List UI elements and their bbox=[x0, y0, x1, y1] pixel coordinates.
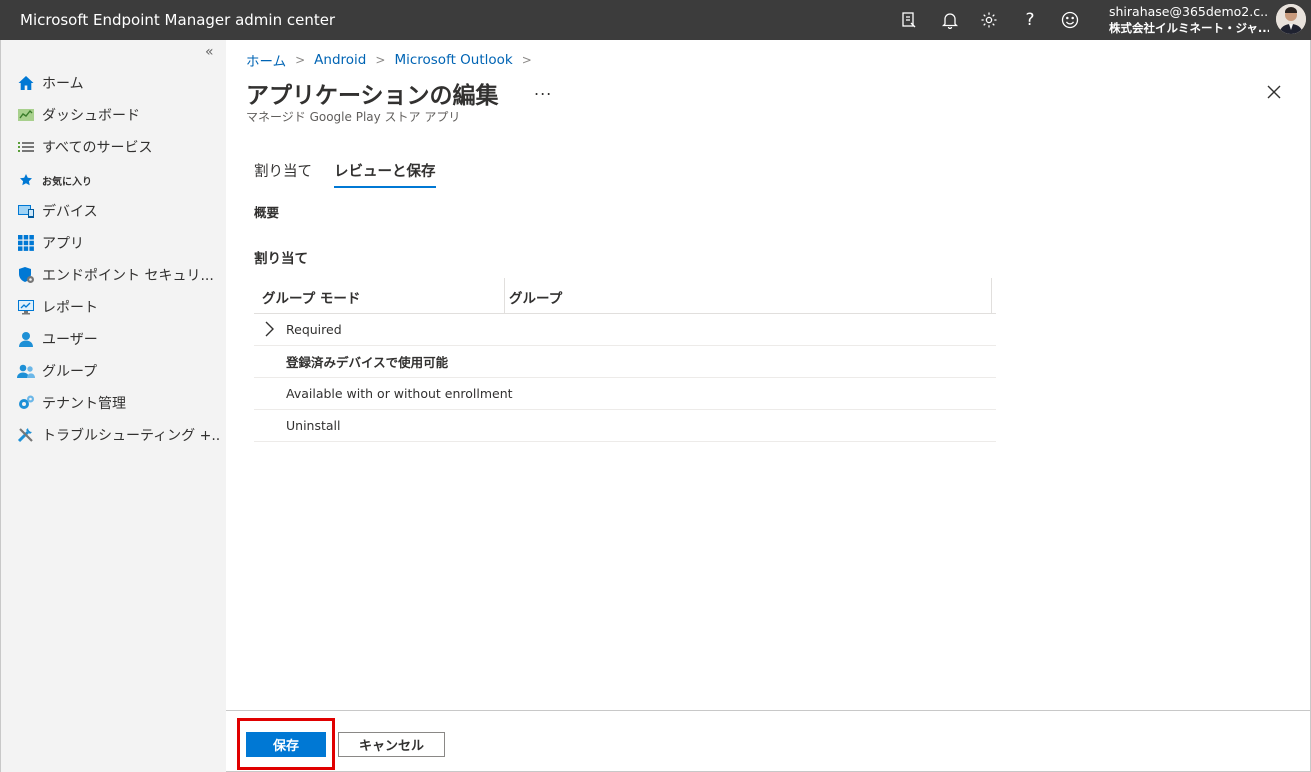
tools-icon bbox=[16, 425, 36, 445]
row-label: 登録済みデバイスで使用可能 bbox=[286, 355, 449, 370]
assignments-heading: 割り当て bbox=[254, 251, 308, 267]
sidebar-item-tenant-admin[interactable]: テナント管理 bbox=[16, 391, 221, 415]
table-row-uninstall: Uninstall bbox=[254, 410, 996, 442]
breadcrumb-microsoft-outlook[interactable]: Microsoft Outlook bbox=[394, 52, 512, 68]
list-icon bbox=[16, 137, 36, 157]
column-header-group-mode[interactable]: グループ モード bbox=[262, 287, 360, 307]
sidebar-item-label: レポート bbox=[42, 300, 98, 316]
page-title: アプリケーションの編集 bbox=[246, 83, 499, 109]
device-icon bbox=[16, 201, 36, 221]
avatar[interactable] bbox=[1276, 4, 1306, 34]
table-row-required[interactable]: Required bbox=[254, 314, 996, 346]
chevron-right-icon: > bbox=[375, 53, 386, 67]
sidebar-item-label: トラブルシューティング +... bbox=[42, 428, 221, 444]
sidebar-item-label: お気に入り bbox=[42, 176, 92, 188]
sidebar-item-all-services[interactable]: すべてのサービス bbox=[16, 135, 221, 159]
collapse-sidebar-icon[interactable]: « bbox=[205, 44, 214, 60]
sidebar-item-endpoint-security[interactable]: エンドポイント セキュリ... bbox=[16, 263, 221, 287]
sidebar-item-devices[interactable]: デバイス bbox=[16, 199, 221, 223]
sidebar-item-label: ホーム bbox=[42, 76, 84, 92]
user-icon bbox=[16, 329, 36, 349]
sidebar-item-label: デバイス bbox=[42, 204, 98, 220]
account-email: shirahase@365demo2.c... bbox=[1109, 4, 1269, 19]
column-divider[interactable] bbox=[991, 278, 992, 313]
bell-icon[interactable] bbox=[939, 9, 961, 31]
sidebar-item-apps[interactable]: アプリ bbox=[16, 231, 221, 255]
sidebar-item-label: アプリ bbox=[42, 236, 84, 252]
row-label: Available with or without enrollment bbox=[286, 386, 513, 401]
home-icon bbox=[16, 73, 36, 93]
sidebar-item-users[interactable]: ユーザー bbox=[16, 327, 221, 351]
table-header: グループ モード グループ bbox=[254, 278, 996, 314]
sidebar-item-reports[interactable]: レポート bbox=[16, 295, 221, 319]
assignments-table: グループ モード グループ Required 登録済みデバイスで使用可能 Ava… bbox=[254, 278, 996, 442]
table-row-available-any: Available with or without enrollment bbox=[254, 378, 996, 410]
cancel-button[interactable]: キャンセル bbox=[338, 732, 445, 757]
account-info[interactable]: shirahase@365demo2.c... 株式会社イルミネート・ジャ... bbox=[1109, 4, 1269, 36]
close-icon[interactable] bbox=[1264, 82, 1284, 102]
sidebar-item-label: エンドポイント セキュリ... bbox=[42, 268, 214, 284]
column-header-group[interactable]: グループ bbox=[509, 287, 562, 307]
sidebar-item-label: すべてのサービス bbox=[42, 140, 153, 156]
chevron-right-icon: > bbox=[295, 53, 306, 67]
sidebar-item-label: ダッシュボード bbox=[42, 108, 140, 124]
page-subtitle: マネージド Google Play ストア アプリ bbox=[246, 110, 461, 124]
shield-icon bbox=[16, 265, 36, 285]
chevron-right-icon[interactable] bbox=[262, 320, 276, 338]
row-label: Required bbox=[286, 322, 342, 337]
star-icon bbox=[16, 170, 36, 190]
gear-icon[interactable] bbox=[978, 9, 1000, 31]
dashboard-icon bbox=[16, 105, 36, 125]
tab-review-and-save[interactable]: レビューと保存 bbox=[334, 160, 436, 188]
breadcrumb: ホーム > Android > Microsoft Outlook > bbox=[246, 50, 541, 70]
chevron-right-icon: > bbox=[521, 53, 532, 67]
sidebar-section-favorites: お気に入り bbox=[16, 168, 221, 192]
sidebar-item-label: グループ bbox=[42, 364, 98, 380]
sidebar-item-home[interactable]: ホーム bbox=[16, 71, 221, 95]
help-icon[interactable]: ? bbox=[1019, 9, 1041, 31]
smiley-icon[interactable] bbox=[1059, 9, 1081, 31]
sidebar-item-label: ユーザー bbox=[42, 332, 98, 348]
top-bar: Microsoft Endpoint Manager admin center … bbox=[0, 0, 1311, 40]
column-divider[interactable] bbox=[504, 278, 505, 313]
account-org: 株式会社イルミネート・ジャ... bbox=[1109, 21, 1269, 35]
more-options-icon[interactable]: ... bbox=[534, 80, 552, 99]
summary-heading: 概要 bbox=[254, 205, 280, 220]
tenant-icon bbox=[16, 393, 36, 413]
save-button[interactable]: 保存 bbox=[246, 732, 326, 757]
sidebar-item-dashboard[interactable]: ダッシュボード bbox=[16, 103, 221, 127]
breadcrumb-home[interactable]: ホーム bbox=[246, 50, 286, 70]
footer-bar: 保存 キャンセル bbox=[226, 710, 1311, 772]
apps-icon bbox=[16, 233, 36, 253]
feedback-icon[interactable] bbox=[898, 9, 920, 31]
group-icon bbox=[16, 361, 36, 381]
sidebar-item-label: テナント管理 bbox=[42, 396, 126, 412]
sidebar-item-groups[interactable]: グループ bbox=[16, 359, 221, 383]
sidebar-item-troubleshooting[interactable]: トラブルシューティング +... bbox=[16, 423, 221, 447]
row-label: Uninstall bbox=[286, 418, 341, 433]
report-icon bbox=[16, 297, 36, 317]
tab-assignments[interactable]: 割り当て bbox=[254, 160, 312, 188]
main-content: ホーム > Android > Microsoft Outlook > アプリケ… bbox=[226, 40, 1311, 710]
app-title[interactable]: Microsoft Endpoint Manager admin center bbox=[20, 11, 335, 29]
table-row-available-enrolled: 登録済みデバイスで使用可能 bbox=[254, 346, 996, 378]
sidebar: « ホーム ダッシュボード すべてのサービス お気に入り デバイス アプリ エン… bbox=[0, 40, 226, 772]
breadcrumb-android[interactable]: Android bbox=[314, 52, 366, 68]
